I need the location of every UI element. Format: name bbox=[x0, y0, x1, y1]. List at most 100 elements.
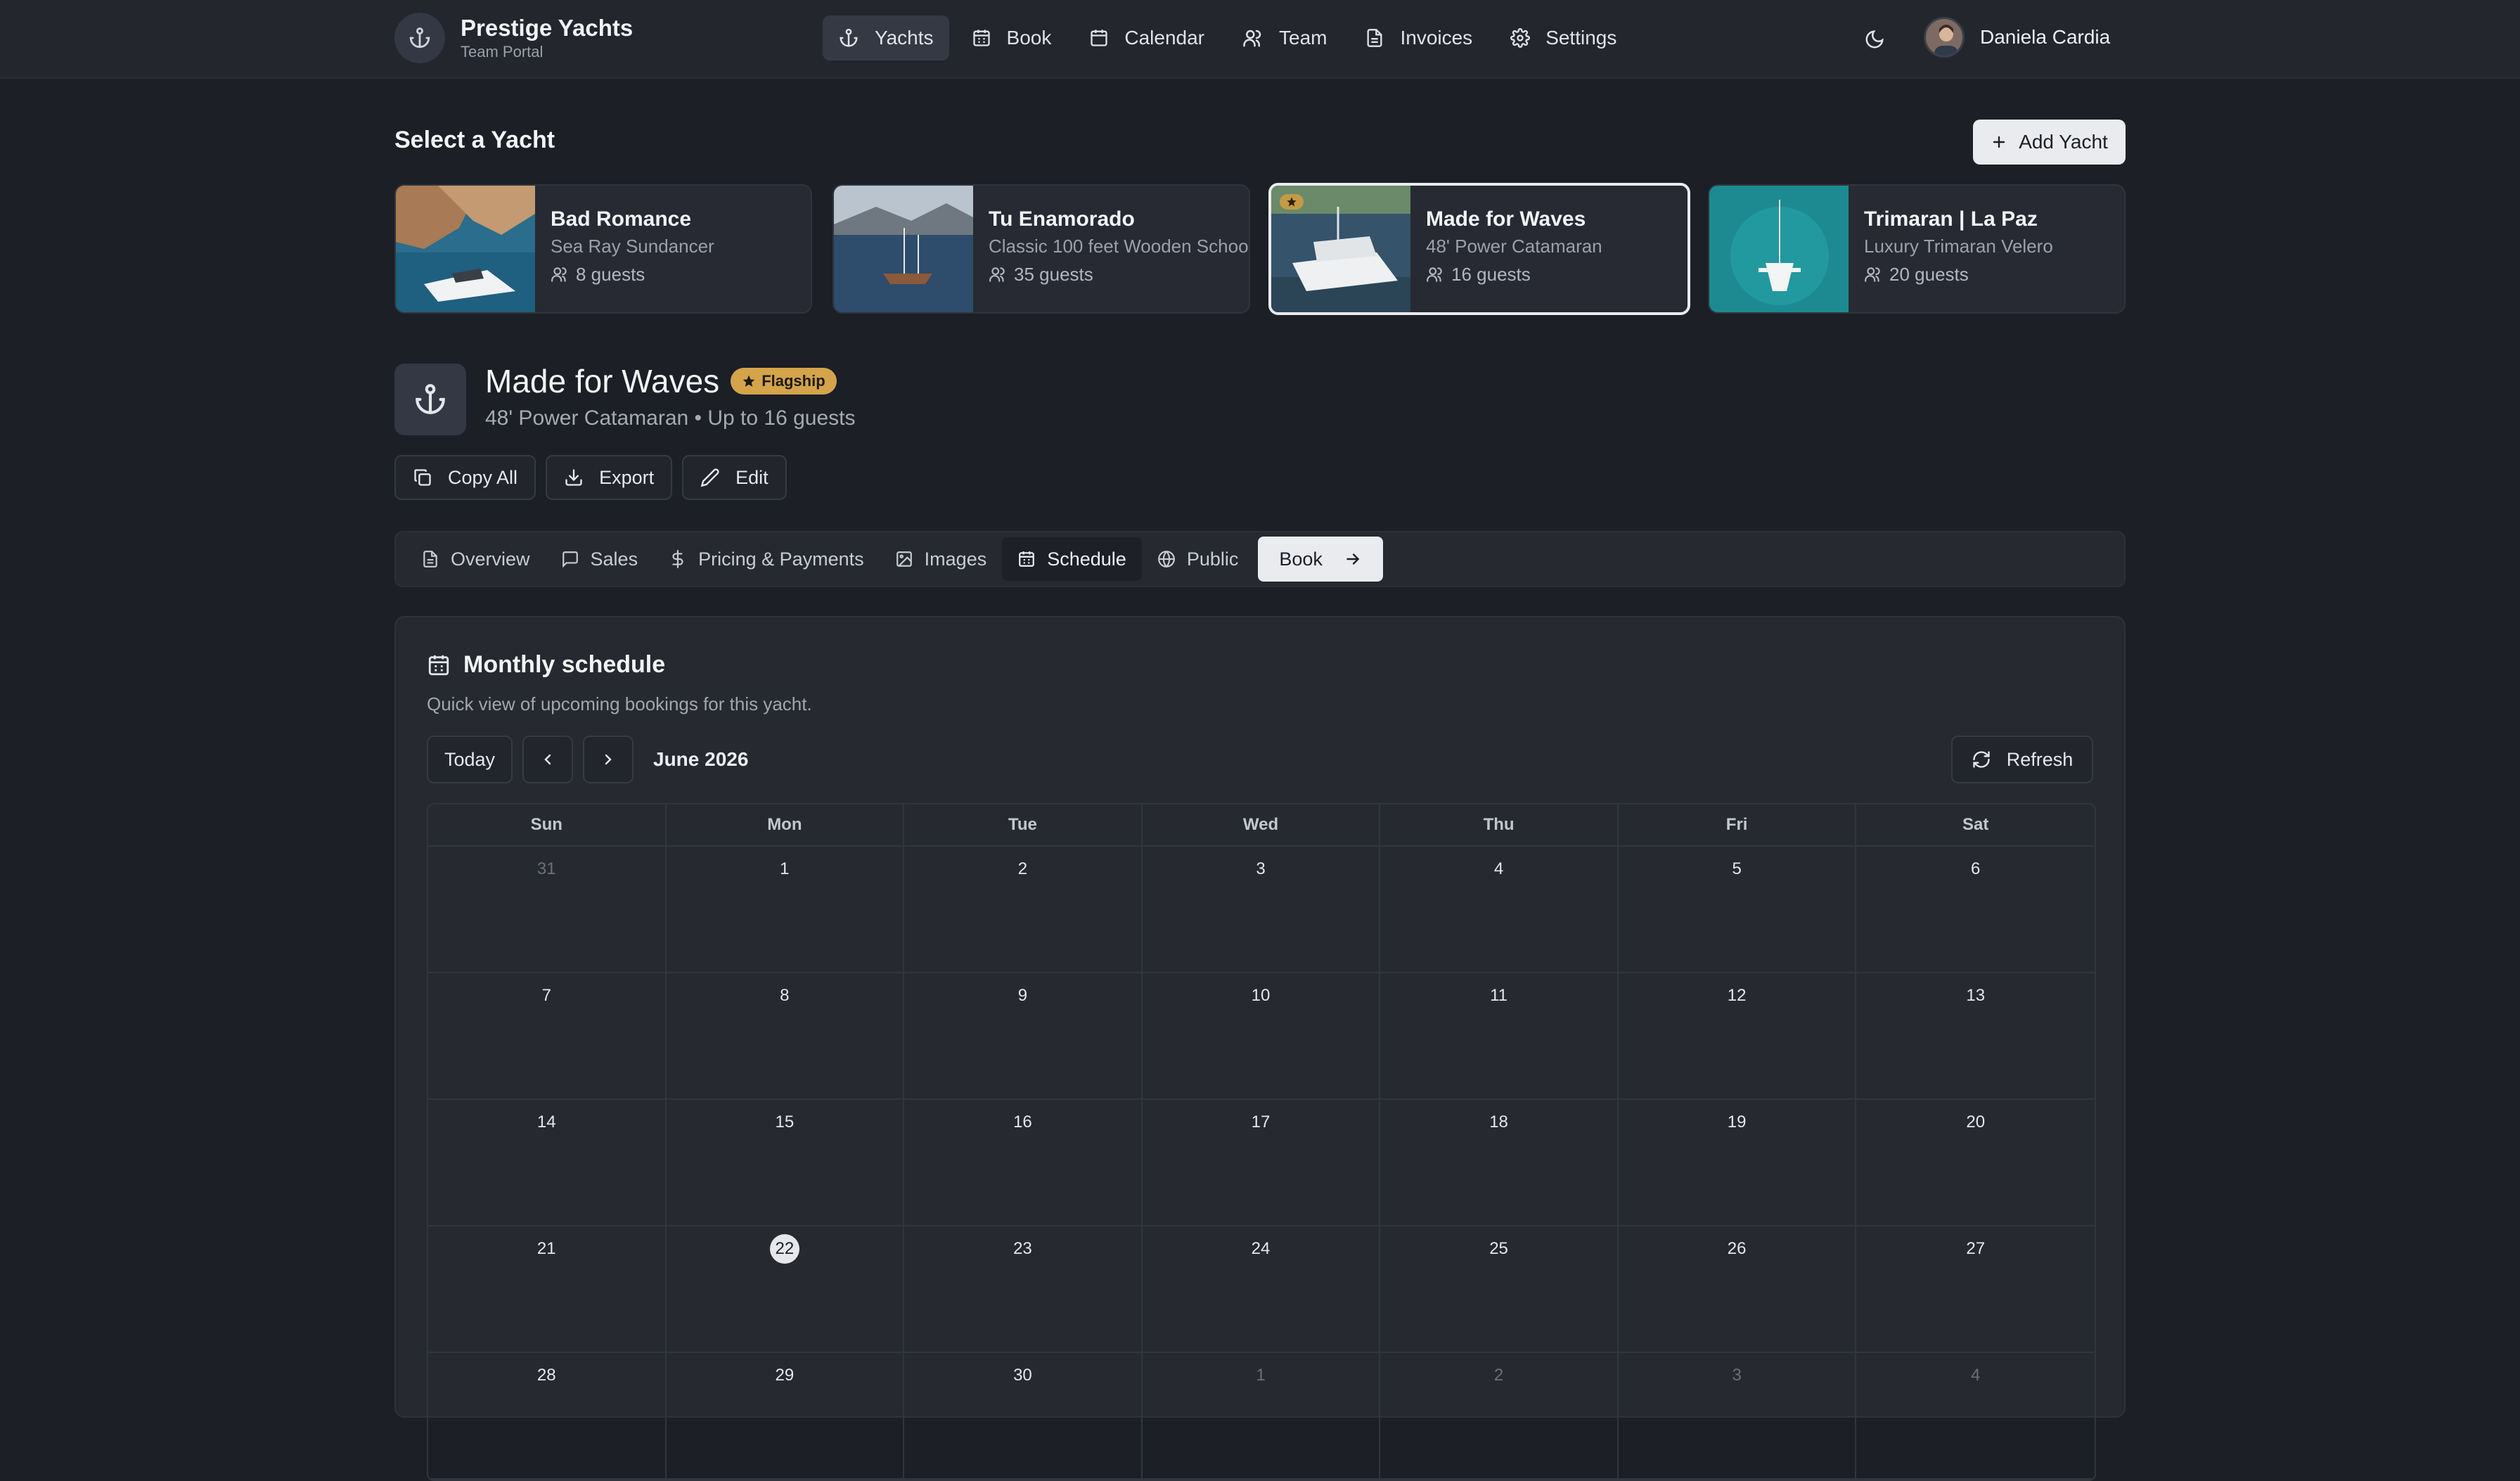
calendar-day[interactable]: 21 bbox=[428, 1226, 667, 1353]
calendar-day[interactable]: 19 bbox=[1618, 1100, 1857, 1226]
calendar-day[interactable]: 5 bbox=[1618, 847, 1857, 973]
nav-label: Calendar bbox=[1124, 27, 1204, 49]
plus-icon bbox=[1991, 134, 2007, 150]
day-number: 3 bbox=[1732, 1366, 1742, 1385]
day-number: 21 bbox=[536, 1239, 556, 1258]
flagship-star-icon bbox=[1280, 194, 1304, 210]
tab-label: Sales bbox=[590, 548, 638, 570]
day-number: 4 bbox=[1493, 859, 1504, 878]
calendar-day[interactable]: 27 bbox=[1856, 1226, 2095, 1353]
yacht-card[interactable]: Trimaran | La Paz Luxury Trimaran Velero… bbox=[1708, 184, 2126, 314]
calendar-day[interactable]: 8 bbox=[666, 973, 905, 1100]
tab-label: Public bbox=[1186, 548, 1239, 570]
add-yacht-label: Add Yacht bbox=[2019, 131, 2108, 153]
calendar-day[interactable]: 11 bbox=[1380, 973, 1619, 1100]
weekday-label: Wed bbox=[1143, 804, 1381, 845]
next-month-button[interactable] bbox=[583, 736, 634, 783]
copy-all-button[interactable]: Copy All bbox=[394, 455, 536, 500]
calendar-day[interactable]: 24 bbox=[1142, 1226, 1381, 1353]
brand-subtitle: Team Portal bbox=[461, 43, 544, 60]
yacht-header: Made for Waves Flagship bbox=[485, 362, 837, 400]
calendar-day[interactable]: 3 bbox=[1618, 1353, 1857, 1480]
calendar-day[interactable]: 7 bbox=[428, 973, 667, 1100]
calendar-day[interactable]: 12 bbox=[1618, 973, 1857, 1100]
day-number: 12 bbox=[1727, 986, 1747, 1005]
calendar-day[interactable]: 18 bbox=[1380, 1100, 1619, 1226]
weekday-label: Mon bbox=[667, 804, 905, 845]
tab-public[interactable]: Public bbox=[1142, 537, 1254, 581]
prev-month-button[interactable] bbox=[522, 736, 573, 783]
day-number: 30 bbox=[1013, 1366, 1032, 1385]
yacht-list: Bad Romance Sea Ray Sundancer 8 guests T… bbox=[394, 183, 2126, 315]
book-button[interactable]: Book bbox=[1258, 537, 1383, 582]
calendar-day[interactable]: 31 bbox=[428, 847, 667, 973]
moon-icon[interactable] bbox=[1859, 24, 1890, 55]
edit-button[interactable]: Edit bbox=[682, 455, 787, 500]
calendar-day[interactable]: 4 bbox=[1856, 1353, 2095, 1480]
add-yacht-button[interactable]: Add Yacht bbox=[1973, 120, 2126, 165]
calendar-day[interactable]: 1 bbox=[666, 847, 905, 973]
tab-overview[interactable]: Overview bbox=[406, 537, 546, 581]
calendar-day[interactable]: 14 bbox=[428, 1100, 667, 1226]
users-icon bbox=[1242, 27, 1264, 49]
yacht-card-selected[interactable]: Made for Waves 48' Power Catamaran 16 gu… bbox=[1268, 183, 1690, 315]
nav-item-yachts[interactable]: Yachts bbox=[823, 15, 949, 60]
yacht-card[interactable]: Bad Romance Sea Ray Sundancer 8 guests bbox=[394, 184, 812, 314]
calendar-day[interactable]: 10 bbox=[1142, 973, 1381, 1100]
section-title: Select a Yacht bbox=[394, 127, 555, 153]
yacht-model: Classic 100 feet Wooden Schooner bbox=[989, 236, 1249, 257]
yacht-card[interactable]: Tu Enamorado Classic 100 feet Wooden Sch… bbox=[832, 184, 1250, 314]
calendar-day[interactable]: 1 bbox=[1142, 1353, 1381, 1480]
export-button[interactable]: Export bbox=[546, 455, 673, 500]
calendar-day[interactable]: 3 bbox=[1142, 847, 1381, 973]
today-button[interactable]: Today bbox=[427, 736, 513, 783]
user-menu[interactable]: Daniela Cardia bbox=[1924, 17, 2110, 58]
nav-item-invoices[interactable]: Invoices bbox=[1349, 15, 1488, 60]
calendar-day[interactable]: 2 bbox=[904, 847, 1143, 973]
month-calendar: Sun Mon Tue Wed Thu Fri Sat 31 1 2 3 4 5 6 7 8 9 10 11 12 1… bbox=[427, 803, 2096, 1481]
calendar-day[interactable]: 29 bbox=[666, 1353, 905, 1480]
calendar-day[interactable]: 26 bbox=[1618, 1226, 1857, 1353]
calendar-day[interactable]: 23 bbox=[904, 1226, 1143, 1353]
calendar-day[interactable]: 2 bbox=[1380, 1353, 1619, 1480]
nav-item-settings[interactable]: Settings bbox=[1495, 15, 1632, 60]
calendar-day[interactable]: 28 bbox=[428, 1353, 667, 1480]
button-label: Copy All bbox=[448, 466, 518, 488]
calendar-day[interactable]: 15 bbox=[666, 1100, 905, 1226]
calendar-day[interactable]: 13 bbox=[1856, 973, 2095, 1100]
day-number: 5 bbox=[1732, 859, 1742, 878]
calendar-day[interactable]: 9 bbox=[904, 973, 1143, 1100]
yacht-thumbnail bbox=[396, 186, 535, 312]
chevron-right-icon bbox=[600, 751, 617, 768]
nav-item-team[interactable]: Team bbox=[1227, 15, 1342, 60]
calendar-day[interactable]: 20 bbox=[1856, 1100, 2095, 1226]
nav-item-calendar[interactable]: Calendar bbox=[1074, 15, 1220, 60]
day-number: 1 bbox=[780, 859, 790, 878]
brand[interactable]: Prestige Yachts Team Portal bbox=[394, 13, 633, 63]
yacht-tabs: Overview Sales Pricing & Payments Images… bbox=[394, 531, 2126, 587]
calendar-day[interactable]: 30 bbox=[904, 1353, 1143, 1480]
tab-sales[interactable]: Sales bbox=[546, 537, 654, 581]
yacht-thumbnail bbox=[1709, 186, 1849, 312]
weekday-label: Tue bbox=[904, 804, 1143, 845]
tab-schedule[interactable]: Schedule bbox=[1002, 537, 1142, 581]
tab-pricing-payments[interactable]: Pricing & Payments bbox=[653, 537, 880, 581]
calendar-day[interactable]: 4 bbox=[1380, 847, 1619, 973]
calendar-day[interactable]: 6 bbox=[1856, 847, 2095, 973]
tab-images[interactable]: Images bbox=[880, 537, 1003, 581]
day-number: 2 bbox=[1017, 859, 1028, 878]
chevron-left-icon bbox=[539, 751, 556, 768]
day-number: 9 bbox=[1017, 986, 1028, 1005]
day-number: 6 bbox=[1971, 859, 1981, 878]
day-number: 15 bbox=[775, 1113, 795, 1131]
nav-item-book[interactable]: Book bbox=[956, 15, 1067, 60]
refresh-button[interactable]: Refresh bbox=[1951, 736, 2093, 783]
calendar-day[interactable]: 17 bbox=[1142, 1100, 1381, 1226]
day-number: 14 bbox=[536, 1113, 556, 1131]
calendar-day-today[interactable]: 22 bbox=[666, 1226, 905, 1353]
calendar-day[interactable]: 16 bbox=[904, 1100, 1143, 1226]
document-icon bbox=[421, 550, 439, 568]
calendar-day[interactable]: 25 bbox=[1380, 1226, 1619, 1353]
book-label: Book bbox=[1279, 548, 1323, 570]
anchor-icon bbox=[838, 27, 859, 49]
